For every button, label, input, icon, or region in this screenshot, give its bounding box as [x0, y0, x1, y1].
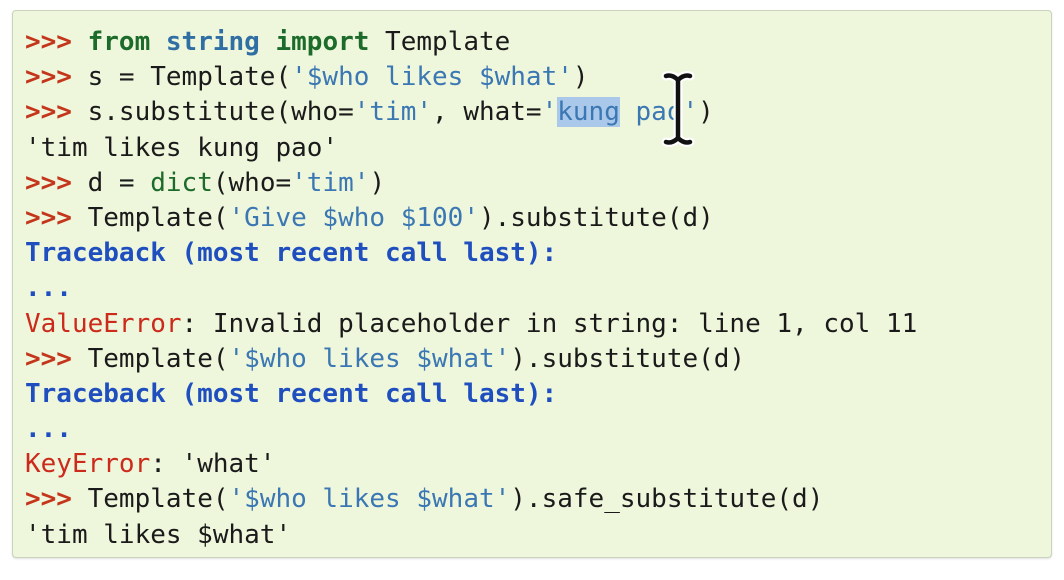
code-token: )	[572, 62, 589, 93]
code-token: : 'what'	[150, 449, 276, 480]
code-token: >>>	[25, 484, 88, 515]
code-line: ValueError: Invalid placeholder in strin…	[25, 307, 917, 342]
code-line: >>> from string import Template	[25, 25, 917, 60]
code-token: kung	[557, 97, 620, 128]
code-token: ).substitute(d)	[510, 343, 746, 374]
code-line: Traceback (most recent call last):	[25, 377, 917, 412]
code-token: '$who likes $what'	[228, 343, 511, 374]
code-token: , what=	[432, 97, 542, 128]
code-token: s = Template(	[87, 62, 292, 93]
code-token: >>>	[25, 62, 88, 93]
code-line: >>> s.substitute(who='tim', what='kung p…	[25, 95, 917, 130]
code-line: 'tim likes kung pao'	[25, 131, 917, 166]
code-token: '	[541, 97, 558, 128]
python-session[interactable]: >>> from string import Template >>> s = T…	[25, 25, 917, 553]
code-token: >>>	[25, 343, 88, 374]
code-token: '$who likes $what'	[291, 62, 573, 93]
text-cursor-icon	[661, 71, 695, 147]
code-token: >>>	[25, 27, 88, 57]
code-line: >>> Template('$who likes $what').safe_su…	[25, 482, 917, 517]
code-token: 'Give $who $100'	[228, 202, 479, 233]
code-token: dict	[150, 167, 213, 198]
code-token: : Invalid placeholder in string: line 1,…	[181, 308, 918, 339]
code-token: Traceback (most recent call last):	[25, 378, 558, 409]
code-token: >>>	[25, 97, 88, 128]
code-token: import	[275, 27, 370, 57]
code-line: ...	[25, 271, 917, 306]
code-line: >>> Template('$who likes $what').substit…	[25, 342, 917, 377]
code-token: >>>	[25, 167, 88, 198]
code-token: 'tim'	[291, 167, 370, 198]
code-token: ValueError	[25, 308, 182, 339]
code-token: )	[698, 97, 714, 128]
code-line: >>> d = dict(who='tim')	[25, 166, 917, 201]
code-panel: >>> from string import Template >>> s = T…	[12, 10, 1052, 558]
code-token: from	[87, 27, 151, 57]
code-line: Traceback (most recent call last):	[25, 236, 917, 271]
code-token: ...	[25, 273, 72, 304]
code-token: Template(	[87, 343, 229, 374]
code-token: string	[165, 27, 260, 57]
code-token: Template(	[87, 202, 229, 233]
code-token: Traceback (most recent call last):	[25, 238, 558, 269]
code-token: ...	[25, 414, 72, 445]
code-token: 'tim likes $what'	[25, 519, 292, 550]
code-line: >>> s = Template('$who likes $what')	[25, 60, 917, 95]
code-token: s.substitute(who=	[87, 97, 354, 128]
code-token: KeyError	[25, 449, 151, 480]
code-token: Template(	[87, 484, 229, 515]
code-token: >>>	[25, 202, 88, 233]
code-token: Template	[369, 27, 511, 57]
code-token: 'tim likes kung pao'	[25, 132, 339, 163]
code-line: 'tim likes $what'	[25, 518, 917, 553]
code-line: KeyError: 'what'	[25, 447, 917, 482]
code-token: )	[369, 167, 386, 198]
code-token: 'tim'	[353, 97, 433, 128]
code-token: (who=	[212, 167, 292, 198]
code-token: d =	[87, 167, 151, 198]
code-line: >>> Template('Give $who $100').substitut…	[25, 201, 917, 236]
code-line: ...	[25, 412, 917, 447]
code-token: ).safe_substitute(d)	[510, 484, 824, 515]
code-token: ).substitute(d)	[478, 202, 714, 233]
code-token: '$who likes $what'	[228, 484, 511, 515]
